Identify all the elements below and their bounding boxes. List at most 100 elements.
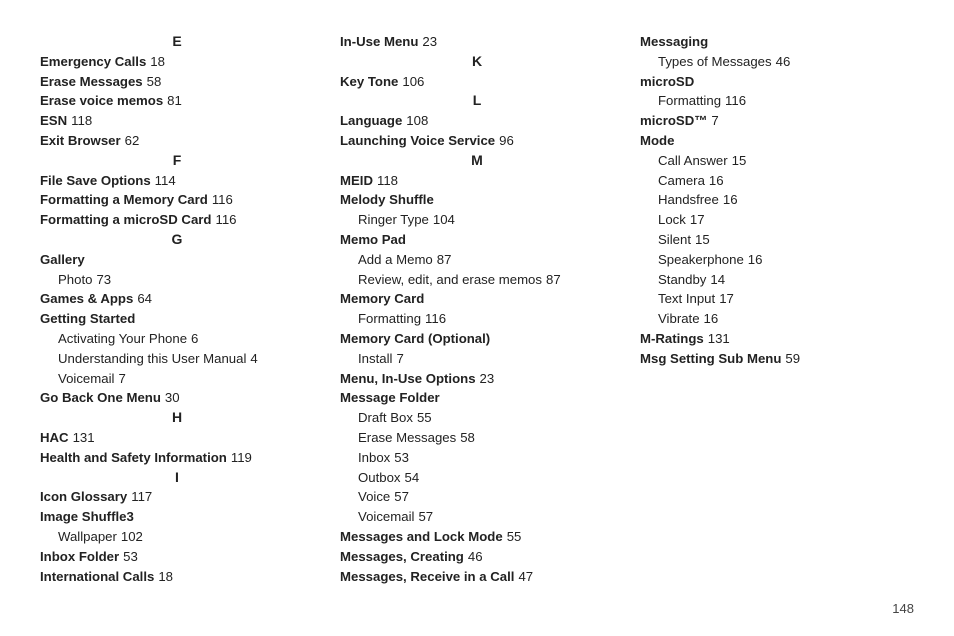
index-subentry-page: 16	[723, 192, 738, 207]
index-page-ref: 116	[212, 192, 233, 207]
index-entry: Formatting a microSD Card116	[40, 210, 314, 230]
index-subentry-text: Activating Your Phone	[58, 331, 187, 346]
index-subentry: Review, edit, and erase memos 87	[340, 270, 614, 290]
index-entry-line: File Save Options114	[40, 171, 314, 191]
index-term: Messages and Lock Mode	[340, 529, 503, 544]
index-subentry-text: Handsfree	[658, 192, 719, 207]
index-entry: International Calls18	[40, 567, 314, 587]
index-entry-line: Gallery	[40, 250, 314, 270]
index-subentry: Formatting116	[340, 309, 614, 329]
index-entry: Messages and Lock Mode55	[340, 527, 614, 547]
index-page-ref: 114	[155, 173, 176, 188]
index-page-ref: 30	[165, 390, 180, 405]
index-subentry-page: 54	[405, 470, 420, 485]
index-page-ref: 18	[150, 54, 165, 69]
index-entry-line: International Calls18	[40, 567, 314, 587]
index-subentry-page: 7	[396, 351, 403, 366]
index-page-ref: 64	[137, 291, 152, 306]
index-entry: Memory Card (Optional)Install7	[340, 329, 614, 369]
index-term: Image Shuffle3	[40, 509, 134, 524]
index-subentry-page: 87	[546, 272, 561, 287]
index-term: Messages, Creating	[340, 549, 464, 564]
index-term: Formatting a Memory Card	[40, 192, 208, 207]
index-term: Mode	[640, 133, 674, 148]
index-entry-line: Health and Safety Information119	[40, 448, 314, 468]
index-subentry: Formatting116	[640, 91, 914, 111]
index-entry-line: Erase Messages 58	[40, 72, 314, 92]
index-subentry-text: Call Answer	[658, 153, 728, 168]
index-entry-line: Memory Card (Optional)	[340, 329, 614, 349]
index-subentry-page: 116	[725, 93, 746, 108]
index-subentry: Camera 16	[640, 171, 914, 191]
index-columns: EEmergency Calls18Erase Messages58Erase …	[40, 32, 914, 592]
index-subentry: Add a Memo87	[340, 250, 614, 270]
index-page-ref: 81	[167, 93, 182, 108]
index-subentry-page: 16	[704, 311, 719, 326]
index-subentry-text: Lock	[658, 212, 686, 227]
index-term: Msg Setting Sub Menu	[640, 351, 781, 366]
index-entry-line: HAC131	[40, 428, 314, 448]
index-entry: Icon Glossary117	[40, 487, 314, 507]
index-term: Health and Safety Information	[40, 450, 227, 465]
index-entry: Messages, Creating46	[340, 547, 614, 567]
index-term: microSD	[640, 74, 694, 89]
index-letter: L	[340, 91, 614, 111]
index-term: Launching Voice Service	[340, 133, 495, 148]
index-entry: File Save Options114	[40, 171, 314, 191]
index-subentry: Inbox53	[340, 448, 614, 468]
index-term: Games & Apps	[40, 291, 133, 306]
index-subentry-page: 104	[433, 212, 455, 227]
index-entry: Formatting a Memory Card 116	[40, 190, 314, 210]
index-term: Icon Glossary	[40, 489, 127, 504]
index-subentry-page: 102	[121, 529, 143, 544]
index-subentry-page: 14	[710, 272, 725, 287]
index-subentry-text: Inbox	[358, 450, 390, 465]
index-page-ref: 23	[422, 34, 437, 49]
index-subentry-page: 16	[709, 173, 724, 188]
index-term: Memo Pad	[340, 232, 406, 247]
index-term: Message Folder	[340, 390, 440, 405]
index-letter: F	[40, 151, 314, 171]
index-subentry-page: 17	[719, 291, 734, 306]
index-entry-line: Inbox Folder53	[40, 547, 314, 567]
index-subentry-text: Wallpaper	[58, 529, 117, 544]
index-page-ref: 59	[785, 351, 800, 366]
index-page-ref: 7	[711, 113, 718, 128]
index-subentry-page: 46	[776, 54, 791, 69]
index-entry-line: Melody Shuffle	[340, 190, 614, 210]
index-subentry-text: Speakerphone	[658, 252, 744, 267]
index-subentry: Voicemail7	[40, 369, 314, 389]
index-letter: H	[40, 408, 314, 428]
index-entry: Language108	[340, 111, 614, 131]
index-term: Erase Messages	[40, 74, 143, 89]
index-entry-line: Messages, Receive in a Call47	[340, 567, 614, 587]
index-subentry: Install7	[340, 349, 614, 369]
index-entry: MessagingTypes of Messages46	[640, 32, 914, 72]
index-entry-line: Messaging	[640, 32, 914, 52]
index-entry: microSD Formatting116	[640, 72, 914, 112]
index-letter: E	[40, 32, 314, 52]
index-entry-line: Menu, In-Use Options23	[340, 369, 614, 389]
index-subentry-text: Text Input	[658, 291, 715, 306]
index-entry-line: microSD™7	[640, 111, 914, 131]
index-entry: MEID118	[340, 171, 614, 191]
index-subentry-text: Review, edit, and erase memos	[358, 272, 542, 287]
index-subentry: Photo73	[40, 270, 314, 290]
index-entry-line: Launching Voice Service96	[340, 131, 614, 151]
index-entry-line: MEID118	[340, 171, 614, 191]
index-term: Menu, In-Use Options	[340, 371, 476, 386]
index-page-ref: 58	[147, 74, 162, 89]
index-entry-line: Formatting a Memory Card 116	[40, 190, 314, 210]
index-letter: K	[340, 52, 614, 72]
index-subentry: Silent15	[640, 230, 914, 250]
index-subentry-page: 16	[748, 252, 763, 267]
index-subentry-text: Camera	[658, 173, 705, 188]
index-subentry-text: Ringer Type	[358, 212, 429, 227]
index-term: International Calls	[40, 569, 154, 584]
index-subentry-text: Voicemail	[58, 371, 114, 386]
index-subentry: Erase Messages58	[340, 428, 614, 448]
index-entry-line: Messages and Lock Mode55	[340, 527, 614, 547]
index-entry-line: microSD	[640, 72, 914, 92]
index-entry-line: Memory Card	[340, 289, 614, 309]
index-page-ref: 131	[708, 331, 730, 346]
